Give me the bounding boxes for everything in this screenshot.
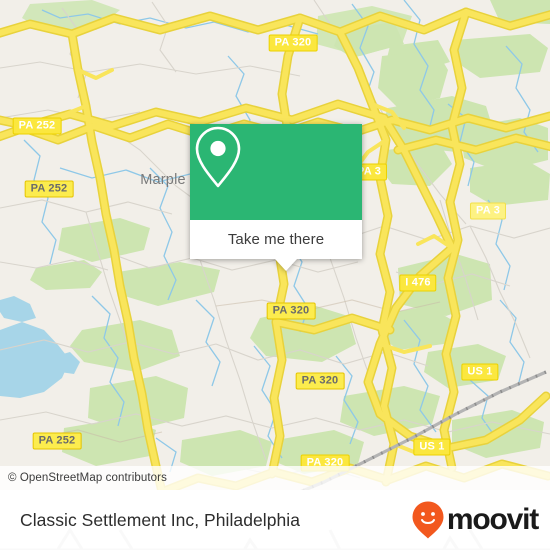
map-attribution-bar: © OpenStreetMap contributors: [0, 466, 550, 490]
road-shield-i476: I 476: [399, 274, 437, 292]
osm-attribution-text: © OpenStreetMap contributors: [8, 472, 167, 484]
bottom-info-bar: Classic Settlement Inc, Philadelphia moo…: [0, 490, 550, 550]
take-me-there-button[interactable]: Take me there: [190, 220, 362, 259]
road-shield-us1-south: US 1: [413, 438, 451, 456]
moovit-map-screenshot: Marple PA 320 PA 252 PA 252 PA 3 PA 3 I …: [0, 0, 550, 550]
road-shield-pa3-east: PA 3: [469, 202, 507, 220]
place-label-marple: Marple: [140, 172, 186, 188]
popup-header: [190, 124, 362, 220]
take-me-there-label: Take me there: [227, 231, 325, 248]
road-shield-pa320-lower: PA 320: [295, 372, 345, 390]
road-shield-us1-north: US 1: [461, 363, 499, 381]
moovit-pin-smiley-icon: [412, 501, 444, 539]
moovit-logo[interactable]: moovit: [411, 500, 539, 540]
moovit-wordmark: moovit: [446, 503, 539, 536]
map-pin-icon: [195, 126, 241, 188]
location-popup-card[interactable]: Take me there: [190, 124, 362, 271]
road-shield-pa252-upper: PA 252: [12, 117, 62, 135]
road-shield-pa320-mid: PA 320: [266, 302, 316, 320]
popup-pointer: [275, 259, 297, 271]
page-title: Classic Settlement Inc, Philadelphia: [20, 509, 300, 530]
road-shield-pa252-south: PA 252: [32, 432, 82, 450]
map-canvas[interactable]: Marple PA 320 PA 252 PA 252 PA 3 PA 3 I …: [0, 0, 550, 490]
road-shield-pa320-north: PA 320: [268, 34, 318, 52]
road-shield-pa252-mid: PA 252: [24, 180, 74, 198]
